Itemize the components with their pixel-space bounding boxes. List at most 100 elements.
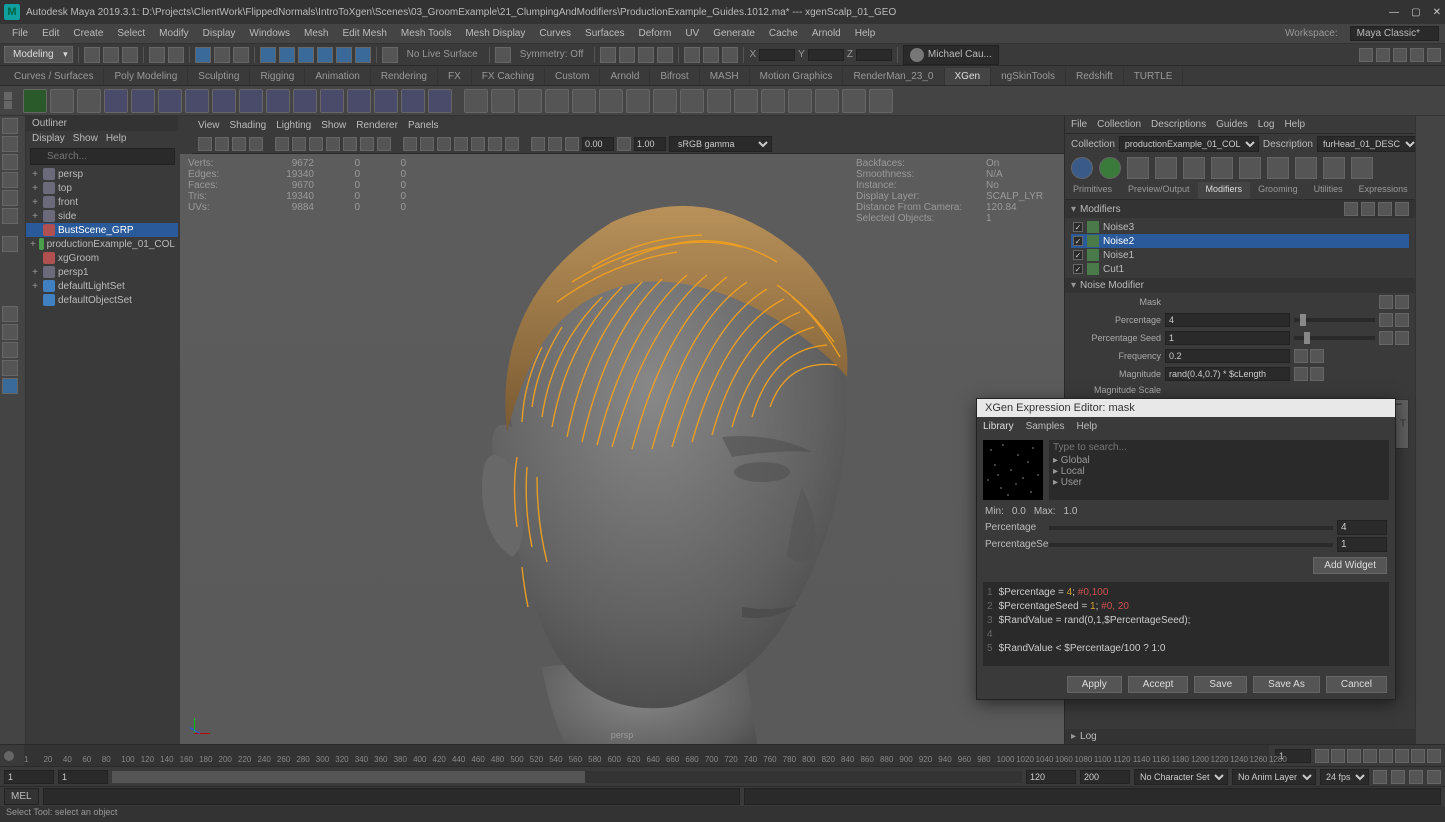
param-value[interactable]: 1 <box>1337 537 1387 552</box>
attr-editor-toggle-icon[interactable] <box>1359 48 1373 62</box>
vp-film-gate-icon[interactable] <box>292 137 306 151</box>
convert-icon[interactable] <box>1295 157 1317 179</box>
snap-curve-icon[interactable] <box>279 47 295 63</box>
guide-sculpt-icon[interactable] <box>212 89 236 113</box>
outliner-item[interactable]: +side <box>26 209 179 223</box>
vp-view-transform-icon[interactable] <box>565 137 579 151</box>
description-select[interactable]: furHead_01_DESC <box>1317 136 1419 152</box>
range-start-inner[interactable] <box>58 770 108 784</box>
close-button[interactable]: ✕ <box>1433 7 1441 18</box>
vp-isolate-icon[interactable] <box>471 137 485 151</box>
fps-select[interactable]: 24 fps <box>1320 769 1369 785</box>
menu-create[interactable]: Create <box>67 26 109 41</box>
outliner-item[interactable]: BustScene_GRP <box>26 223 179 237</box>
vp-field-chart-icon[interactable] <box>343 137 357 151</box>
outliner-item[interactable]: +persp1 <box>26 265 179 279</box>
outliner-menu-show[interactable]: Show <box>73 133 98 144</box>
shelf-tab-ngskintools[interactable]: ngSkinTools <box>991 68 1066 85</box>
vp-colorspace-select[interactable]: sRGB gamma <box>669 136 772 152</box>
preview-update-icon[interactable] <box>1071 157 1093 179</box>
mag-expr-icon[interactable] <box>1294 367 1308 381</box>
percentage-seed-slider[interactable] <box>1294 336 1375 340</box>
outliner-item[interactable]: +front <box>26 195 179 209</box>
snap-live-icon[interactable] <box>355 47 371 63</box>
menu-curves[interactable]: Curves <box>533 26 577 41</box>
vp-xray-icon[interactable] <box>488 137 502 151</box>
shelf-tab-bifrost[interactable]: Bifrost <box>650 68 699 85</box>
percentage-expr-icon[interactable] <box>1379 313 1393 327</box>
shelf-tab-fx-caching[interactable]: FX Caching <box>472 68 545 85</box>
groom-brush8-icon[interactable] <box>653 89 677 113</box>
layout-toggle-icon[interactable] <box>1427 48 1441 62</box>
vp-menu-shading[interactable]: Shading <box>230 120 267 131</box>
groom-brush10-icon[interactable] <box>707 89 731 113</box>
vp-use-lights-icon[interactable] <box>437 137 451 151</box>
goto-end-icon[interactable] <box>1427 749 1441 763</box>
xuv-icon[interactable] <box>1211 157 1233 179</box>
guide-bend-icon[interactable] <box>239 89 263 113</box>
guide-part-icon[interactable] <box>428 89 452 113</box>
add-widget-button[interactable]: Add Widget <box>1313 557 1387 574</box>
outliner-search[interactable]: Search... <box>30 148 175 165</box>
shelf-tab-sculpting[interactable]: Sculpting <box>188 68 250 85</box>
menu-uv[interactable]: UV <box>679 26 705 41</box>
vp-clip-icon[interactable] <box>617 137 631 151</box>
mod-sort-down-icon[interactable] <box>1361 202 1375 216</box>
vp-bookmark-icon[interactable] <box>215 137 229 151</box>
mod-add-icon[interactable] <box>1378 202 1392 216</box>
groom-brush9-icon[interactable] <box>680 89 704 113</box>
menu-generate[interactable]: Generate <box>707 26 761 41</box>
custom-layout-icon[interactable] <box>2 378 18 394</box>
channelbox-toggle-icon[interactable] <box>1393 48 1407 62</box>
snap-grid-icon[interactable] <box>260 47 276 63</box>
guide-scale-icon[interactable] <box>158 89 182 113</box>
percentage-input[interactable] <box>1165 313 1290 327</box>
autokey-icon[interactable] <box>1373 770 1387 784</box>
single-perspective-layout-icon[interactable] <box>2 306 18 322</box>
collection-select[interactable]: productionExample_01_COL <box>1119 136 1259 152</box>
vp-near-input[interactable] <box>582 137 614 151</box>
playback-loop-icon[interactable] <box>1391 770 1405 784</box>
shelf-tab-fx[interactable]: FX <box>438 68 472 85</box>
vp-smooth-shade-icon[interactable] <box>420 137 434 151</box>
twisty-icon[interactable]: + <box>30 169 40 180</box>
modifier-item[interactable]: ✓Noise3 <box>1071 220 1409 234</box>
vp-image-plane-icon[interactable] <box>232 137 246 151</box>
guide-move-icon[interactable] <box>131 89 155 113</box>
pause-icon[interactable] <box>703 47 719 63</box>
select-tool-icon[interactable] <box>2 118 18 134</box>
modifier-item[interactable]: ✓Noise1 <box>1071 248 1409 262</box>
groom-brush12-icon[interactable] <box>761 89 785 113</box>
percentage-slider[interactable] <box>1294 318 1375 322</box>
guide-add-icon[interactable] <box>104 89 128 113</box>
frequency-input[interactable] <box>1165 349 1290 363</box>
tool-settings-toggle-icon[interactable] <box>1376 48 1390 62</box>
workspace-select[interactable]: Maya Classic* <box>1350 26 1439 41</box>
checkbox-icon[interactable]: ✓ <box>1073 264 1083 274</box>
open-scene-icon[interactable] <box>103 47 119 63</box>
menu-windows[interactable]: Windows <box>243 26 296 41</box>
vp-menu-panels[interactable]: Panels <box>408 120 439 131</box>
vp-far-input[interactable] <box>634 137 666 151</box>
xgen-menu-collection[interactable]: Collection <box>1097 119 1141 130</box>
xed-tab-samples[interactable]: Samples <box>1026 421 1065 432</box>
groom-brush1-icon[interactable] <box>464 89 488 113</box>
groom-brush14-icon[interactable] <box>815 89 839 113</box>
shelf-tab-xgen[interactable]: XGen <box>945 68 992 85</box>
mag-menu-icon[interactable] <box>1310 367 1324 381</box>
step-back-key-icon[interactable] <box>1331 749 1345 763</box>
redo-icon[interactable] <box>168 47 184 63</box>
range-bar[interactable] <box>112 771 1022 783</box>
twisty-icon[interactable]: + <box>30 281 40 292</box>
playblast-icon[interactable] <box>684 47 700 63</box>
percentage-seed-input[interactable] <box>1165 331 1290 345</box>
menu-file[interactable]: File <box>6 26 34 41</box>
vp-wireframe-icon[interactable] <box>403 137 417 151</box>
xgen-create-icon[interactable] <box>23 89 47 113</box>
menu-arnold[interactable]: Arnold <box>806 26 847 41</box>
freq-expr-icon[interactable] <box>1294 349 1308 363</box>
range-end-inner[interactable] <box>1026 770 1076 784</box>
percentage-menu-icon[interactable] <box>1395 313 1409 327</box>
paint-select-tool-icon[interactable] <box>2 154 18 170</box>
magnitude-input[interactable] <box>1165 367 1290 381</box>
